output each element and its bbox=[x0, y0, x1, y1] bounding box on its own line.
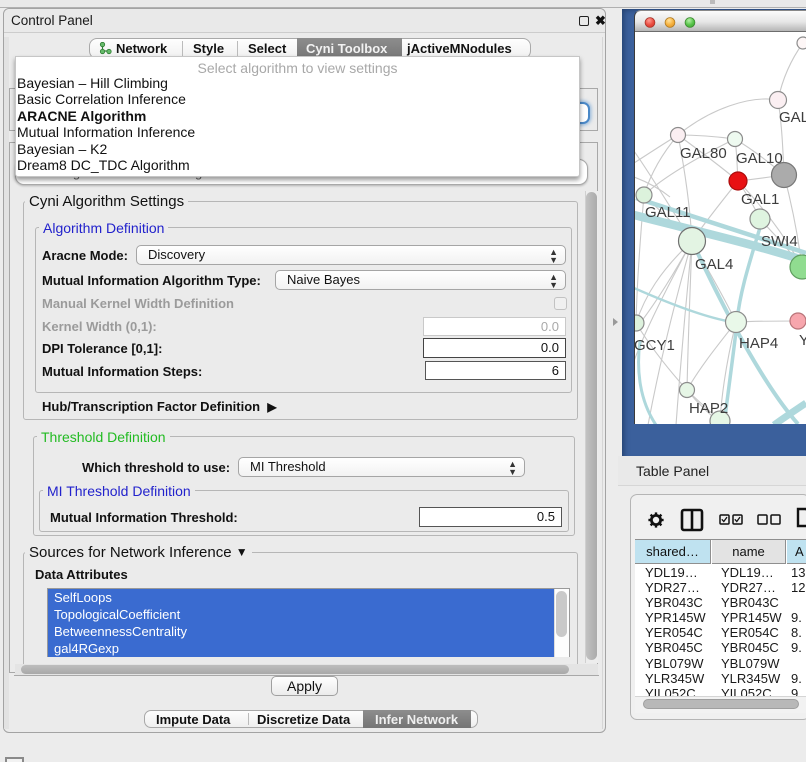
svg-text:GCY1: GCY1 bbox=[635, 337, 675, 354]
svg-text:GAL10: GAL10 bbox=[736, 150, 783, 167]
svg-text:HAP4: HAP4 bbox=[739, 335, 778, 352]
svg-text:SWI4: SWI4 bbox=[761, 233, 798, 250]
svg-text:GAL11: GAL11 bbox=[645, 204, 691, 221]
svg-text:GAL1: GAL1 bbox=[741, 191, 779, 208]
svg-text:GAL2: GAL2 bbox=[779, 109, 806, 126]
svg-text:GAL4: GAL4 bbox=[695, 256, 733, 273]
svg-text:HAP2: HAP2 bbox=[689, 400, 728, 417]
svg-text:GAL80: GAL80 bbox=[680, 145, 727, 162]
svg-text:YJ: YJ bbox=[799, 332, 806, 349]
